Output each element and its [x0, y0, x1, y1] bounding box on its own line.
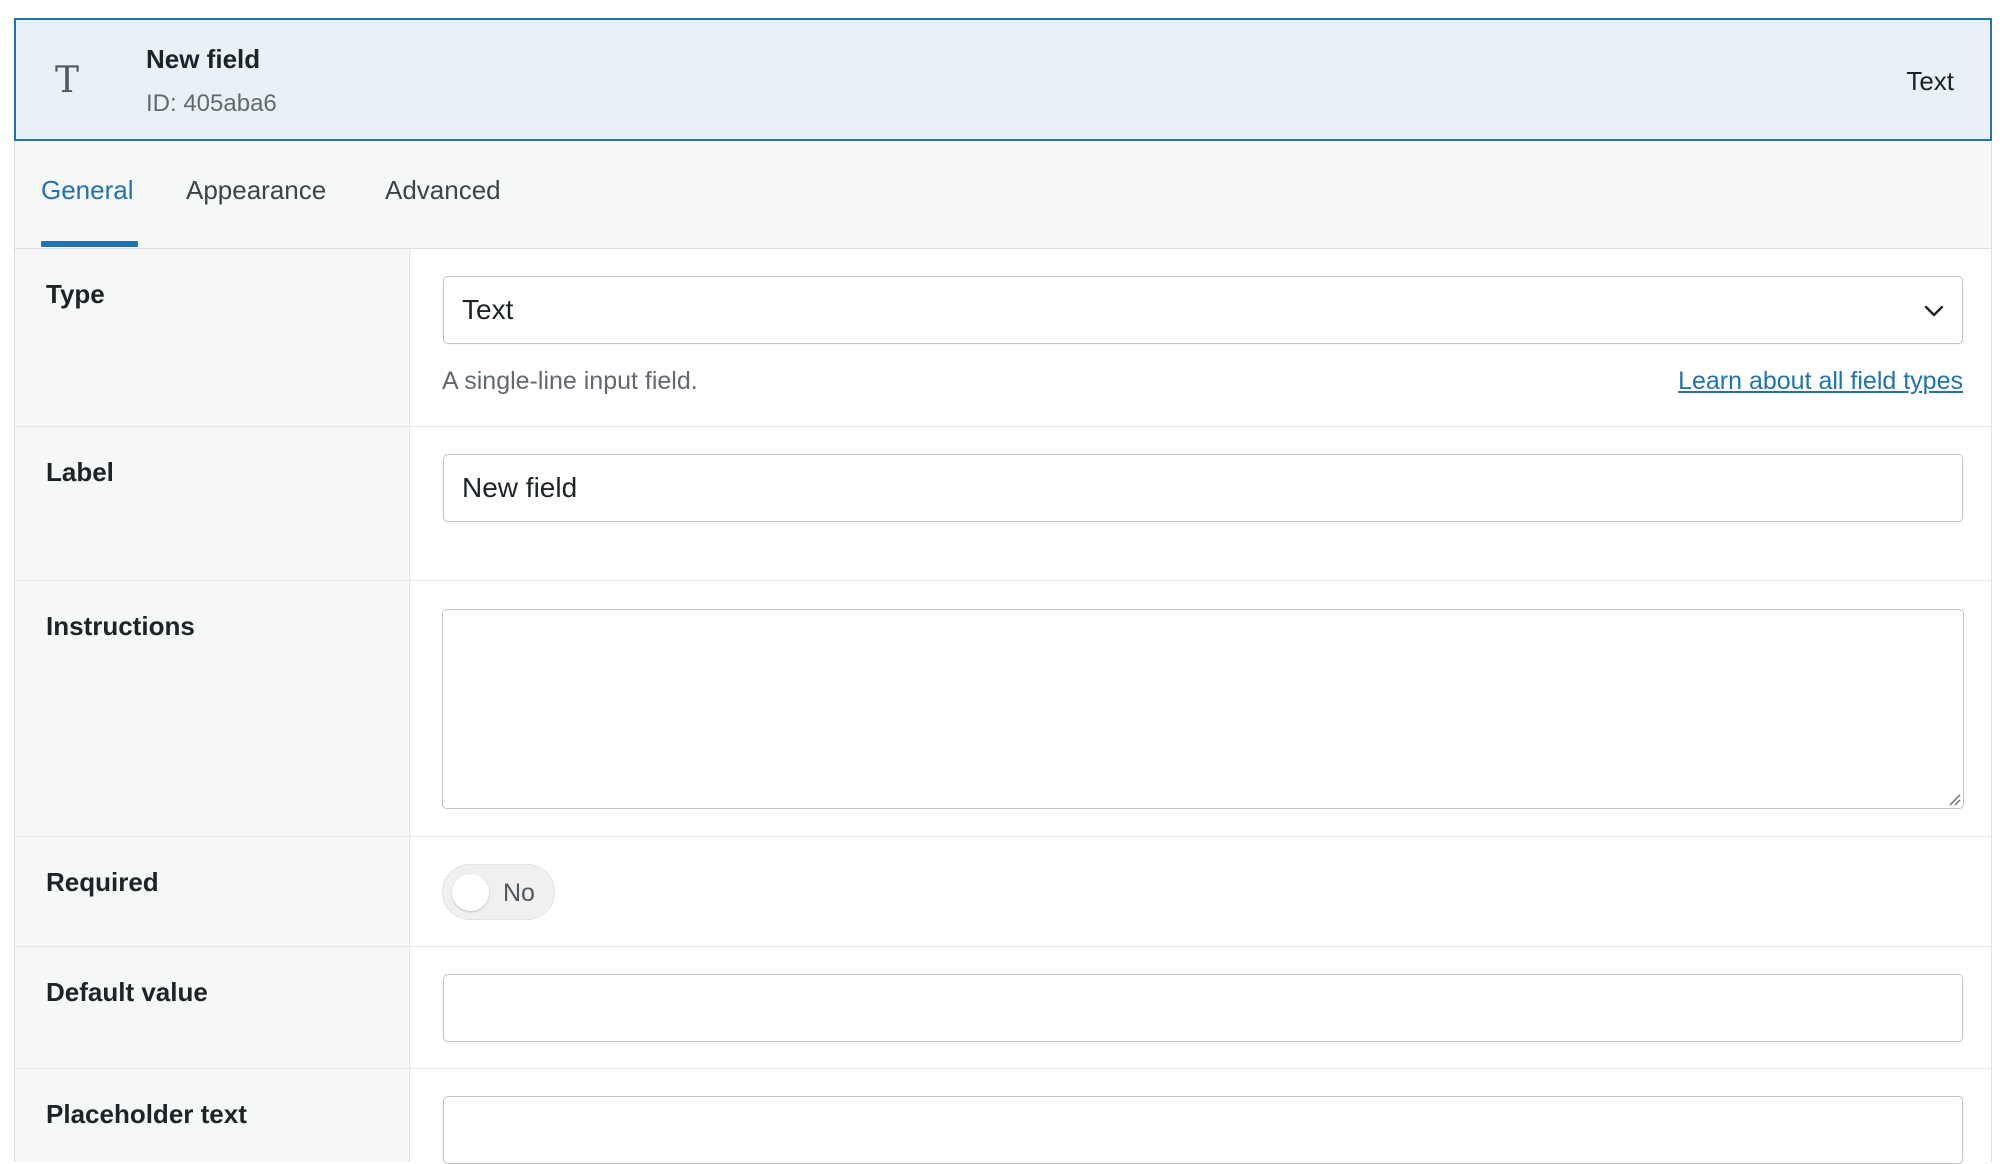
- text-type-icon: T: [54, 59, 79, 101]
- label-row: Label New field: [14, 427, 1992, 581]
- default-value-row: Default value: [14, 947, 1992, 1069]
- instructions-textarea[interactable]: [442, 609, 1964, 809]
- default-value-label: Default value: [46, 977, 208, 1007]
- required-row: Required No: [14, 837, 1992, 947]
- chevron-down-icon: [1924, 305, 1944, 317]
- tab-appearance[interactable]: Appearance: [186, 175, 326, 206]
- settings-tabs: General Appearance Advanced: [14, 141, 1992, 249]
- label-label: Label: [46, 457, 114, 487]
- tab-advanced[interactable]: Advanced: [385, 175, 501, 206]
- label-input-value: New field: [462, 472, 578, 503]
- type-label: Type: [46, 279, 105, 309]
- required-toggle-state: No: [503, 879, 535, 907]
- instructions-row-label: Instructions: [15, 581, 410, 836]
- toggle-knob: [452, 874, 489, 911]
- default-value-row-label: Default value: [15, 947, 410, 1068]
- field-id: ID: 405aba6: [146, 90, 277, 117]
- tab-general[interactable]: General: [41, 175, 134, 206]
- placeholder-label: Placeholder text: [46, 1099, 247, 1129]
- label-input[interactable]: New field: [443, 454, 1963, 522]
- field-header[interactable]: T New field ID: 405aba6 Text: [14, 18, 1992, 141]
- active-tab-indicator: [41, 241, 138, 247]
- required-toggle[interactable]: No: [442, 864, 555, 920]
- instructions-row: Instructions: [14, 581, 1992, 837]
- placeholder-input[interactable]: [443, 1096, 1963, 1164]
- placeholder-row: Placeholder text: [14, 1069, 1992, 1164]
- field-title: New field: [146, 44, 261, 74]
- required-row-label: Required: [15, 837, 410, 946]
- resize-handle-icon[interactable]: [1945, 790, 1961, 806]
- type-select[interactable]: Text: [443, 276, 1963, 344]
- placeholder-row-label: Placeholder text: [15, 1069, 410, 1162]
- type-row-label: Type: [15, 249, 410, 426]
- type-help-text: A single-line input field.: [442, 367, 698, 395]
- required-label: Required: [46, 867, 159, 897]
- field-settings-panel: T New field ID: 405aba6 Text General App…: [14, 18, 1992, 1164]
- type-row: Type Text A single-line input field. Lea…: [14, 249, 1992, 427]
- instructions-label: Instructions: [46, 611, 195, 641]
- field-types-link[interactable]: Learn about all field types: [1678, 367, 1963, 396]
- label-row-label: Label: [15, 427, 410, 580]
- default-value-input[interactable]: [443, 974, 1963, 1042]
- field-type-label: Text: [1906, 66, 1954, 96]
- type-select-value: Text: [462, 294, 514, 325]
